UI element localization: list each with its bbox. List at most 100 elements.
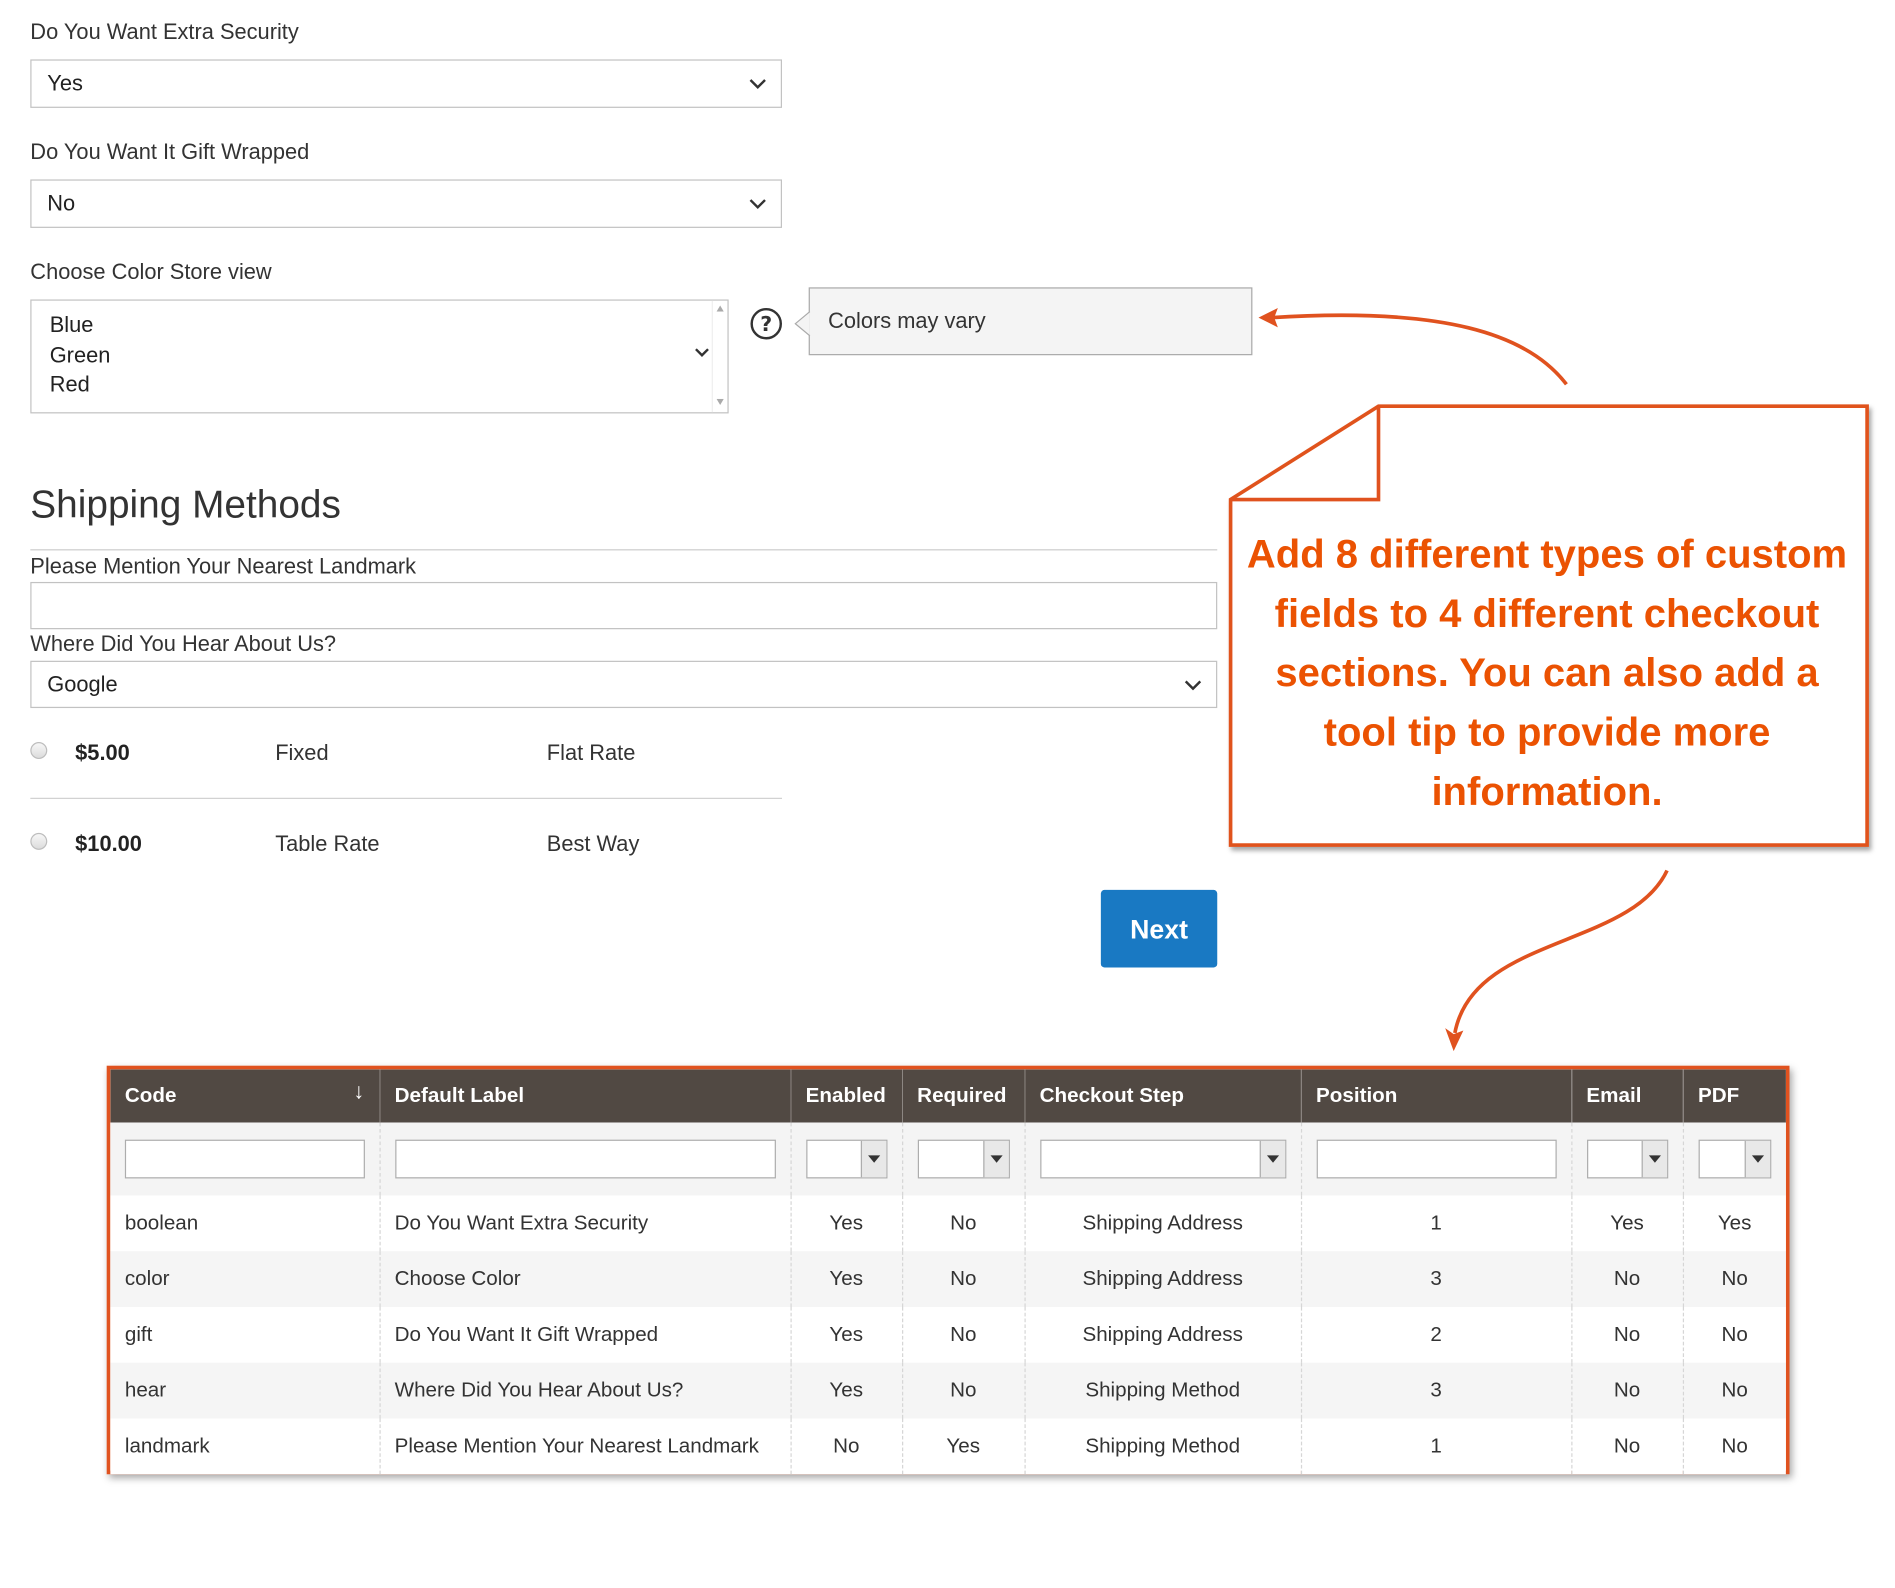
cell-email: No bbox=[1571, 1306, 1684, 1363]
shipping-price: $5.00 bbox=[75, 740, 130, 766]
cell-label: Please Mention Your Nearest Landmark bbox=[379, 1418, 792, 1475]
cell-pdf: No bbox=[1682, 1251, 1786, 1307]
sort-down-arrow-icon: ↓ bbox=[353, 1079, 365, 1104]
filter-label-input[interactable] bbox=[394, 1139, 776, 1179]
question-circle-icon[interactable]: ? bbox=[749, 307, 783, 341]
cell-label: Where Did You Hear About Us? bbox=[379, 1362, 792, 1419]
arrow-to-grid-icon bbox=[1445, 869, 1669, 1052]
security-select[interactable]: Yes bbox=[30, 59, 782, 108]
arrow-to-tooltip-icon bbox=[1258, 307, 1568, 386]
table-row[interactable]: boolean Do You Want Extra Security Yes N… bbox=[110, 1195, 1786, 1252]
cell-position: 1 bbox=[1300, 1418, 1572, 1475]
column-header-label: PDF bbox=[1697, 1083, 1740, 1107]
cell-position: 3 bbox=[1300, 1251, 1572, 1307]
column-header-email[interactable]: Email bbox=[1571, 1069, 1684, 1123]
column-header-position[interactable]: Position bbox=[1300, 1069, 1572, 1123]
shipping-radio-bestway[interactable] bbox=[30, 832, 48, 850]
color-label: Choose Color Store view bbox=[30, 259, 272, 284]
shipping-method-name: Fixed bbox=[275, 740, 329, 766]
cell-email: No bbox=[1571, 1251, 1684, 1307]
divider bbox=[30, 797, 782, 799]
filter-required-select[interactable] bbox=[917, 1139, 1010, 1179]
filter-pdf-select[interactable] bbox=[1697, 1139, 1772, 1179]
table-row[interactable]: landmark Please Mention Your Nearest Lan… bbox=[110, 1418, 1786, 1475]
cell-enabled: Yes bbox=[790, 1362, 903, 1419]
filter-row bbox=[110, 1122, 1786, 1196]
cell-step: Shipping Method bbox=[1024, 1418, 1302, 1475]
column-header-label: Code bbox=[124, 1083, 177, 1107]
cell-required: No bbox=[902, 1362, 1026, 1419]
column-header-enabled[interactable]: Enabled bbox=[790, 1069, 903, 1123]
cell-label: Choose Color bbox=[379, 1251, 792, 1307]
chevron-down-icon bbox=[749, 199, 766, 210]
column-header-label: Default Label bbox=[394, 1083, 525, 1107]
cell-enabled: Yes bbox=[790, 1306, 903, 1363]
shipping-radio-flatrate[interactable] bbox=[30, 741, 48, 759]
cell-code: gift bbox=[110, 1306, 381, 1363]
gift-label: Do You Want It Gift Wrapped bbox=[30, 139, 310, 164]
security-select-value: Yes bbox=[47, 70, 83, 96]
svg-text:?: ? bbox=[760, 312, 772, 336]
custom-fields-grid: Code ↓ Default Label Enabled Required Ch… bbox=[106, 1065, 1790, 1475]
callout-text: Add 8 different types of custom fields t… bbox=[1246, 531, 1848, 814]
security-label: Do You Want Extra Security bbox=[30, 19, 299, 44]
cell-step: Shipping Address bbox=[1024, 1251, 1302, 1307]
column-header-pdf[interactable]: PDF bbox=[1682, 1069, 1786, 1123]
cell-enabled: Yes bbox=[790, 1251, 903, 1307]
color-multiselect[interactable]: Blue Green Red bbox=[30, 299, 729, 414]
cell-enabled: No bbox=[790, 1418, 903, 1475]
scrollbar[interactable] bbox=[711, 300, 728, 413]
page-canvas: Do You Want Extra Security Yes Do You Wa… bbox=[0, 0, 1895, 1588]
column-header-label: Email bbox=[1586, 1083, 1642, 1107]
cell-position: 2 bbox=[1300, 1306, 1572, 1363]
filter-code-input[interactable] bbox=[124, 1139, 365, 1179]
cell-email: No bbox=[1571, 1362, 1684, 1419]
landmark-input[interactable] bbox=[30, 581, 1218, 630]
chevron-down-icon bbox=[749, 79, 766, 90]
color-option-green[interactable]: Green bbox=[50, 340, 111, 370]
gift-select[interactable]: No bbox=[30, 179, 782, 228]
color-option-blue[interactable]: Blue bbox=[50, 310, 111, 340]
dropdown-arrow-icon bbox=[982, 1140, 1009, 1178]
hear-select[interactable]: Google bbox=[30, 660, 1218, 709]
next-button[interactable]: Next bbox=[1100, 889, 1218, 968]
table-row[interactable]: color Choose Color Yes No Shipping Addre… bbox=[110, 1251, 1786, 1307]
cell-position: 1 bbox=[1300, 1195, 1572, 1252]
column-header-label: Enabled bbox=[805, 1083, 886, 1107]
column-header-code[interactable]: Code ↓ bbox=[110, 1069, 381, 1123]
filter-enabled-select[interactable] bbox=[805, 1139, 887, 1179]
tooltip-pointer bbox=[794, 311, 811, 336]
cell-step: Shipping Address bbox=[1024, 1195, 1302, 1252]
cell-code: landmark bbox=[110, 1418, 381, 1475]
cell-required: No bbox=[902, 1306, 1026, 1363]
table-row[interactable]: gift Do You Want It Gift Wrapped Yes No … bbox=[110, 1306, 1786, 1363]
shipping-carrier-name: Flat Rate bbox=[546, 740, 636, 766]
dropdown-arrow-icon bbox=[1259, 1140, 1285, 1178]
column-header-default-label[interactable]: Default Label bbox=[379, 1069, 792, 1123]
chevron-down-icon bbox=[695, 348, 709, 357]
cell-code: color bbox=[110, 1251, 381, 1307]
cell-required: Yes bbox=[902, 1418, 1026, 1475]
filter-email-select[interactable] bbox=[1586, 1139, 1668, 1179]
column-header-required[interactable]: Required bbox=[902, 1069, 1026, 1123]
cell-email: Yes bbox=[1571, 1195, 1684, 1252]
cell-pdf: No bbox=[1682, 1362, 1786, 1419]
tooltip: Colors may vary bbox=[808, 287, 1253, 356]
shipping-price: $10.00 bbox=[75, 831, 142, 856]
cell-enabled: Yes bbox=[790, 1195, 903, 1252]
cell-required: No bbox=[902, 1195, 1026, 1252]
filter-position-input[interactable] bbox=[1316, 1139, 1557, 1179]
gift-select-value: No bbox=[47, 190, 76, 216]
cell-position: 3 bbox=[1300, 1362, 1572, 1419]
table-row[interactable]: hear Where Did You Hear About Us? Yes No… bbox=[110, 1362, 1786, 1419]
color-option-red[interactable]: Red bbox=[50, 370, 111, 400]
cell-step: Shipping Method bbox=[1024, 1362, 1302, 1419]
cell-required: No bbox=[902, 1251, 1026, 1307]
shipping-carrier-name: Best Way bbox=[546, 831, 640, 856]
column-header-label: Checkout Step bbox=[1039, 1083, 1184, 1107]
dropdown-arrow-icon bbox=[860, 1140, 886, 1178]
filter-step-select[interactable] bbox=[1039, 1139, 1286, 1179]
column-header-label: Required bbox=[917, 1083, 1007, 1107]
cell-code: hear bbox=[110, 1362, 381, 1419]
column-header-checkout-step[interactable]: Checkout Step bbox=[1024, 1069, 1302, 1123]
